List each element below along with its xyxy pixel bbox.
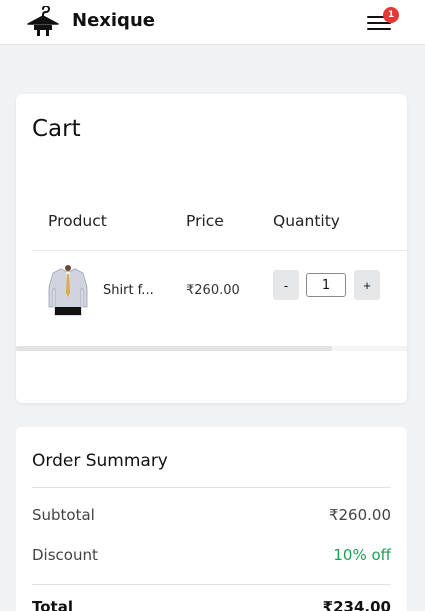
discount-label: Discount xyxy=(32,546,98,564)
column-header-price: Price xyxy=(186,212,224,230)
navbar: Nexique 1 xyxy=(0,0,425,45)
subtotal-label: Subtotal xyxy=(32,506,95,524)
order-summary-title: Order Summary xyxy=(32,451,168,471)
column-header-quantity: Quantity xyxy=(273,212,340,230)
cart-title: Cart xyxy=(32,116,81,142)
item-name[interactable]: Shirt f... xyxy=(103,283,154,298)
horizontal-scrollbar[interactable] xyxy=(16,346,407,351)
shirt-thumbnail[interactable] xyxy=(47,265,89,317)
column-header-product: Product xyxy=(48,212,107,230)
summary-divider xyxy=(32,584,391,585)
cart-count-badge: 1 xyxy=(383,7,399,23)
subtotal-value: ₹260.00 xyxy=(328,506,391,524)
decrease-quantity-button[interactable]: - xyxy=(273,270,299,300)
total-value: ₹234.00 xyxy=(322,598,391,611)
discount-value: 10% off xyxy=(333,546,391,564)
total-label: Total xyxy=(32,598,73,611)
quantity-input[interactable] xyxy=(306,273,346,297)
brand-name[interactable]: Nexique xyxy=(72,10,155,31)
scrollbar-thumb[interactable] xyxy=(16,346,332,351)
hanger-icon[interactable] xyxy=(26,6,60,38)
increase-quantity-button[interactable]: + xyxy=(354,270,380,300)
table-row: Shirt f... ₹260.00 - + xyxy=(16,251,407,331)
item-price: ₹260.00 xyxy=(186,283,240,298)
summary-divider xyxy=(32,487,391,488)
order-summary-card: Order Summary Subtotal ₹260.00 Discount … xyxy=(16,427,407,611)
cart-card: Cart Product Price Quantity Shirt f... ₹… xyxy=(16,94,407,403)
